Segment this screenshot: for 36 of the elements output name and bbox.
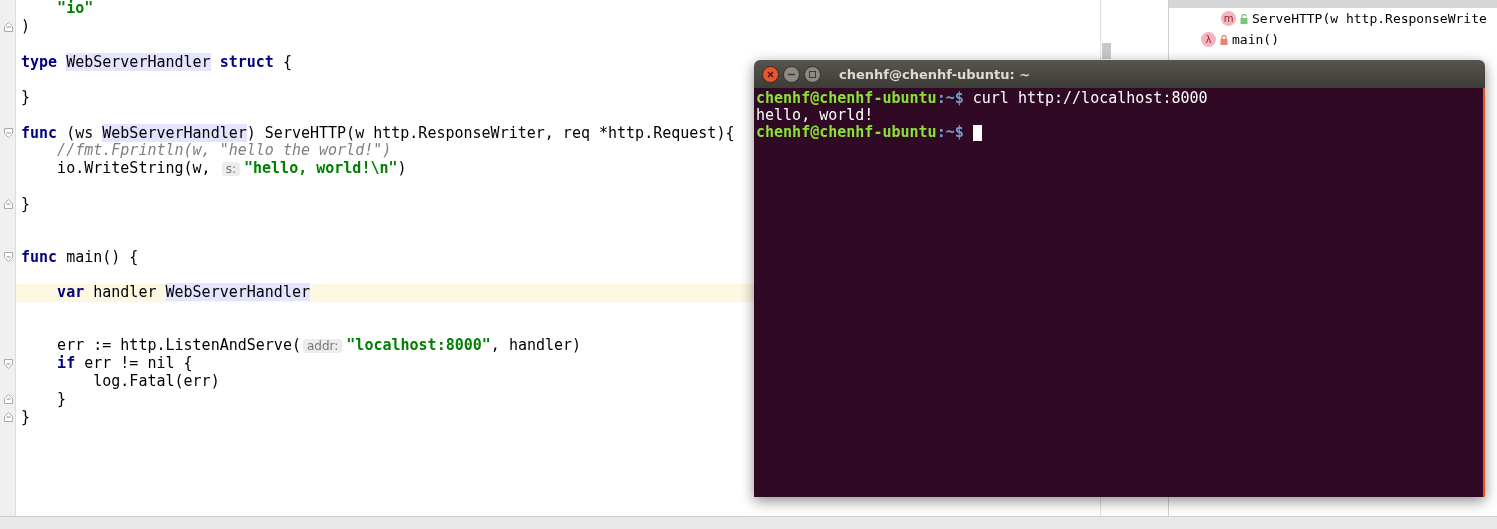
fold-marker-icon[interactable]: [4, 394, 13, 405]
structure-item[interactable]: m ServeHTTP(w http.ResponseWrite: [1169, 8, 1497, 29]
fold-marker-icon[interactable]: [4, 128, 13, 139]
fold-marker-icon[interactable]: [4, 21, 13, 32]
code-line: }: [56, 390, 67, 408]
fold-marker-icon[interactable]: [4, 252, 13, 263]
command-line: chenhf@chenhf-ubuntu:~$ curl http://localhost:8000: [756, 90, 1209, 107]
code-line: //fmt.Fprintln(w, "hello the world!"): [56, 142, 392, 160]
command-line: chenhf@chenhf-ubuntu:~$: [756, 124, 1481, 141]
output-line: hello, world!: [756, 107, 875, 124]
scrollbar-thumb[interactable]: [1102, 43, 1111, 59]
lock-icon: [1240, 13, 1248, 24]
code-line: }: [21, 89, 31, 107]
maximize-icon[interactable]: [804, 65, 821, 83]
fold-marker-icon[interactable]: [4, 412, 13, 423]
code-line: type WebServerHandler struct {: [21, 53, 292, 71]
code-line: "io": [56, 0, 94, 18]
window-title: chenhf@chenhf-ubuntu: ~: [839, 66, 1031, 82]
code-line: err := http.ListenAndServe( addr: "localhost:8000", handler): [56, 337, 582, 355]
code-line: io.WriteString(w, s: "hello, world!\n"): [56, 159, 407, 178]
code-line: ): [21, 18, 31, 36]
code-line: log.Fatal(err): [92, 373, 220, 391]
code-line: }: [21, 195, 31, 213]
lock-icon: [1220, 34, 1228, 45]
code-line: func main() {: [21, 248, 139, 266]
code-line: }: [21, 408, 31, 426]
method-icon: m: [1221, 11, 1236, 26]
structure-item[interactable]: λ main(): [1169, 29, 1497, 50]
minimize-icon[interactable]: [783, 65, 800, 83]
fold-marker-icon[interactable]: [4, 199, 13, 210]
code-line: func (ws WebServerHandler) ServeHTTP(w http.ResponseWriter, req *http.Request){: [21, 124, 735, 142]
function-icon: λ: [1201, 32, 1216, 47]
code-line: if err != nil {: [56, 355, 193, 373]
close-icon[interactable]: [762, 65, 779, 83]
code-line: var handler WebServerHandler: [56, 284, 310, 302]
fold-marker-icon[interactable]: [4, 358, 13, 369]
